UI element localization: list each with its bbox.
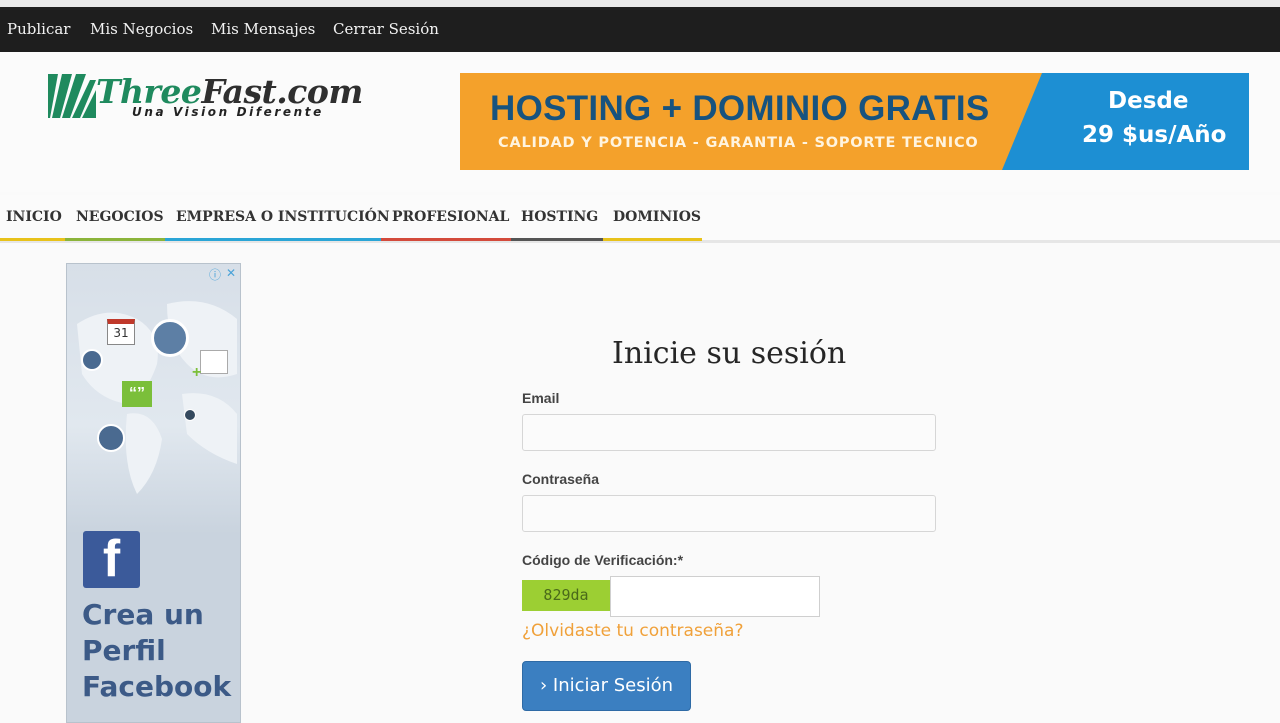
login-title: Inicie su sesión	[612, 336, 847, 371]
nav-color-bar-hosting	[511, 238, 603, 241]
email-field[interactable]	[522, 414, 936, 451]
nav-item-dominios[interactable]: DOMINIOS	[613, 209, 701, 225]
banner-subline: CALIDAD Y POTENCIA - GARANTIA - SOPORTE …	[498, 135, 979, 151]
nav-color-bar-profesional	[381, 238, 511, 241]
contact-card-icon	[200, 350, 228, 374]
login-submit-button[interactable]: › Iniciar Sesión	[522, 661, 691, 711]
captcha-label: Código de Verificación:*	[522, 552, 684, 568]
user-topbar: Publicar Mis Negocios Mis Mensajes Cerra…	[0, 7, 1280, 52]
info-icon[interactable]: ⓘ	[209, 266, 221, 283]
facebook-icon: f	[83, 531, 140, 588]
facebook-letter: f	[102, 530, 121, 588]
password-label: Contraseña	[522, 471, 600, 487]
banner-headline: HOSTING + DOMINIO GRATIS	[490, 89, 990, 128]
captcha-image: 829da	[522, 580, 610, 611]
close-icon[interactable]: ✕	[226, 266, 236, 280]
topbar-link-mis-negocios[interactable]: Mis Negocios	[90, 20, 193, 38]
avatar-mid-icon	[97, 424, 125, 452]
nav-item-negocios[interactable]: NEGOCIOS	[76, 209, 164, 225]
nav-item-hosting[interactable]: HOSTING	[521, 209, 598, 225]
ad-copy-line-3: Facebook	[82, 670, 232, 703]
site-logo[interactable]: ThreeFast.com Una Vision Diferente	[48, 72, 378, 124]
ad-map-illustration	[77, 301, 237, 494]
topbar-link-publicar[interactable]: Publicar	[7, 20, 70, 38]
logo-stripes-icon	[48, 74, 96, 118]
captcha-input[interactable]	[610, 576, 820, 617]
map-pin-icon	[184, 409, 196, 421]
ad-copy-line-2: Perfil	[82, 634, 166, 667]
nav-color-bar-empresa	[165, 238, 381, 241]
avatar-large-icon	[151, 319, 189, 357]
calendar-day: 31	[113, 326, 129, 340]
forgot-password-link[interactable]: ¿Olvidaste tu contraseña?	[522, 621, 743, 641]
ad-copy-line-1: Crea un	[82, 598, 204, 631]
nav-item-empresa[interactable]: EMPRESA O INSTITUCIÓN	[176, 209, 390, 225]
hosting-ad-banner[interactable]: HOSTING + DOMINIO GRATIS CALIDAD Y POTEN…	[460, 73, 1249, 170]
quote-glyph: “”	[129, 385, 145, 402]
nav-color-bar-dominios	[603, 238, 702, 241]
logo-tagline: Una Vision Diferente	[132, 105, 324, 119]
main-nav: INICIO NEGOCIOS EMPRESA O INSTITUCIÓN PR…	[0, 195, 1280, 243]
nav-color-bar-inicio	[0, 238, 65, 241]
ad-world-map: 31 + “”	[67, 264, 240, 534]
topbar-link-mis-mensajes[interactable]: Mis Mensajes	[211, 20, 315, 38]
nav-item-profesional[interactable]: PROFESIONAL	[392, 209, 509, 225]
avatar-small-icon	[81, 349, 103, 371]
nav-color-bar-negocios	[65, 238, 165, 241]
ad-copy: Crea un Perfil Facebook	[82, 597, 231, 705]
topbar-link-cerrar-sesion[interactable]: Cerrar Sesión	[333, 20, 439, 38]
nav-item-inicio[interactable]: INICIO	[6, 209, 62, 225]
calendar-icon: 31	[107, 319, 135, 345]
email-label: Email	[522, 390, 560, 406]
password-field[interactable]	[522, 495, 936, 532]
window-top-strip	[0, 0, 1280, 7]
banner-angle	[1002, 73, 1042, 170]
quote-bubble-icon: “”	[122, 381, 152, 407]
banner-price-line2: 29 $us/Año	[1082, 122, 1227, 148]
banner-price-line1: Desde	[1108, 88, 1189, 114]
plus-icon: +	[192, 364, 202, 381]
facebook-ad[interactable]: 31 + “” ⓘ ✕ f Crea un Perfil Facebook	[66, 263, 241, 723]
